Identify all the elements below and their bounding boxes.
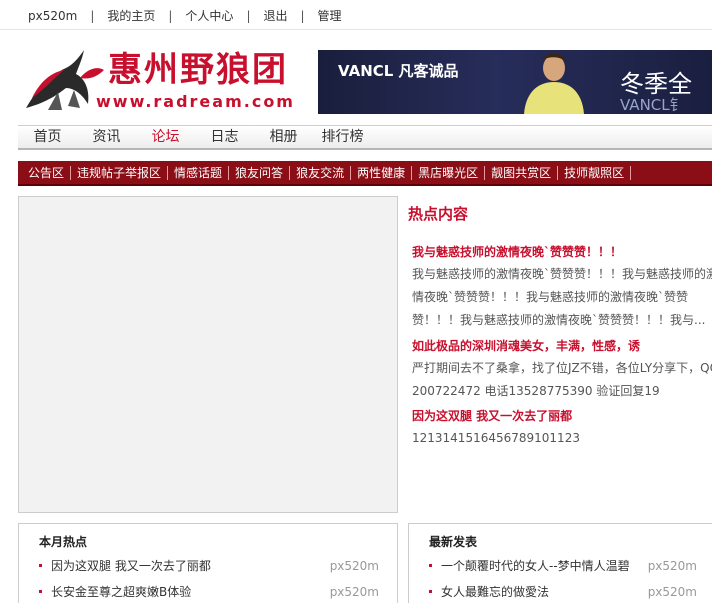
personal-center-link[interactable]: 个人中心	[185, 7, 233, 24]
bullet-icon	[429, 590, 432, 593]
hot-article: 因为这双腿 我又一次去了丽都 1213141516456789101123	[412, 408, 712, 450]
section-announcements[interactable]: 公告区	[22, 165, 72, 180]
separator: |	[300, 8, 305, 23]
slideshow-placeholder[interactable]	[18, 196, 398, 513]
nav-ranking[interactable]: 排行榜	[313, 126, 372, 149]
hot-article: 我与魅惑技师的激情夜晚`赞赞赞！！！ 我与魅惑技师的激情夜晚`赞赞赞！！！我与魅…	[412, 244, 712, 332]
vancl-ad-banner[interactable]: VANCL 凡客诚品 冬季全 VANCL钅	[318, 50, 712, 114]
admin-link[interactable]: 管理	[318, 7, 342, 24]
hot-article-title[interactable]: 我与魅惑技师的激情夜晚`赞赞赞！！！	[412, 244, 712, 260]
section-photos[interactable]: 靓图共赏区	[485, 165, 559, 180]
forum-sections-nav: 公告区 违规帖子举报区 情感话题 狼友问答 狼友交流 两性健康 黑店曝光区 靓图…	[18, 161, 712, 186]
hot-article-excerpt: 1213141516456789101123	[412, 431, 580, 445]
site-url[interactable]: www.radream.com	[96, 92, 295, 111]
logout-link[interactable]: 退出	[263, 7, 287, 24]
my-homepage-link[interactable]: 我的主页	[107, 7, 155, 24]
monthly-hot-box: 本月热点 因为这双腿 我又一次去了丽都 px520m 长安金至尊之超爽嫩B体验 …	[18, 523, 398, 603]
banner-brand: VANCL 凡客诚品	[338, 62, 459, 80]
list-item-title[interactable]: 一个颠覆时代的女人--梦中情人温碧	[441, 559, 630, 573]
wolf-rider-logo-icon[interactable]	[18, 48, 108, 114]
main-nav: 首页 资讯 论坛 日志 相册 排行榜	[18, 125, 712, 150]
site-header: 惠州野狼团 www.radream.com VANCL 凡客诚品 冬季全 VAN…	[18, 48, 712, 114]
section-qa[interactable]: 狼友问答	[229, 165, 291, 180]
banner-brand-bottom: VANCL钅	[620, 96, 685, 114]
top-links: px520m | 我的主页 | 个人中心 | 退出 | 管理	[28, 7, 342, 24]
list-item-author[interactable]: px520m	[648, 584, 697, 600]
bullet-icon	[429, 564, 432, 567]
nav-home[interactable]: 首页	[18, 126, 77, 149]
separator: |	[168, 8, 173, 23]
username-link[interactable]: px520m	[28, 9, 77, 23]
list-item[interactable]: 女人最難忘的做愛法 px520m	[429, 584, 697, 603]
nav-album[interactable]: 相册	[254, 126, 313, 149]
list-item-title[interactable]: 长安金至尊之超爽嫩B体验	[51, 585, 191, 599]
top-user-bar: px520m | 我的主页 | 个人中心 | 退出 | 管理	[0, 0, 712, 30]
section-report[interactable]: 违规帖子举报区	[71, 165, 169, 180]
bullet-icon	[39, 564, 42, 567]
list-item-title[interactable]: 因为这双腿 我又一次去了丽都	[51, 559, 211, 573]
list-item[interactable]: 因为这双腿 我又一次去了丽都 px520m	[39, 558, 379, 584]
section-exchange[interactable]: 狼友交流	[290, 165, 352, 180]
list-item-author[interactable]: px520m	[330, 558, 379, 574]
nav-news[interactable]: 资讯	[77, 126, 136, 149]
latest-posts-title: 最新发表	[429, 535, 478, 549]
hot-article-title[interactable]: 如此极品的深圳消魂美女，丰满，性感，诱	[412, 338, 712, 354]
monthly-hot-title: 本月热点	[39, 535, 88, 549]
list-item-title[interactable]: 女人最難忘的做愛法	[441, 585, 549, 599]
section-tech-photos[interactable]: 技师靓照区	[558, 165, 632, 180]
hot-content-title: 热点内容	[408, 205, 469, 223]
model-photo-icon	[524, 53, 584, 114]
separator: |	[90, 8, 95, 23]
bullet-icon	[39, 590, 42, 593]
section-emotion[interactable]: 情感话题	[168, 165, 230, 180]
site-title[interactable]: 惠州野狼团	[108, 50, 288, 90]
section-health[interactable]: 两性健康	[351, 165, 413, 180]
hot-article-excerpt: 严打期间去不了桑拿，找了位JZ不错，各位LY分享下，QQ200722472 电话…	[412, 361, 712, 398]
nav-blog[interactable]: 日志	[195, 126, 254, 149]
list-item-author[interactable]: px520m	[330, 584, 379, 600]
hot-content-panel: 热点内容 我与魅惑技师的激情夜晚`赞赞赞！！！ 我与魅惑技师的激情夜晚`赞赞赞！…	[408, 196, 712, 456]
list-item[interactable]: 一个颠覆时代的女人--梦中情人温碧 px520m	[429, 558, 697, 584]
latest-posts-box: 最新发表 一个颠覆时代的女人--梦中情人温碧 px520m 女人最難忘的做愛法 …	[408, 523, 712, 603]
list-item-author[interactable]: px520m	[648, 558, 697, 574]
list-item[interactable]: 长安金至尊之超爽嫩B体验 px520m	[39, 584, 379, 603]
nav-forum[interactable]: 论坛	[136, 126, 195, 149]
hot-article: 如此极品的深圳消魂美女，丰满，性感，诱 严打期间去不了桑拿，找了位JZ不错，各位…	[412, 338, 712, 403]
separator: |	[246, 8, 251, 23]
section-blacklist[interactable]: 黑店曝光区	[412, 165, 486, 180]
hot-article-title[interactable]: 因为这双腿 我又一次去了丽都	[412, 408, 712, 424]
hot-article-excerpt: 我与魅惑技师的激情夜晚`赞赞赞！！！我与魅惑技师的激情夜晚`赞赞赞！！！我与魅惑…	[412, 267, 712, 327]
